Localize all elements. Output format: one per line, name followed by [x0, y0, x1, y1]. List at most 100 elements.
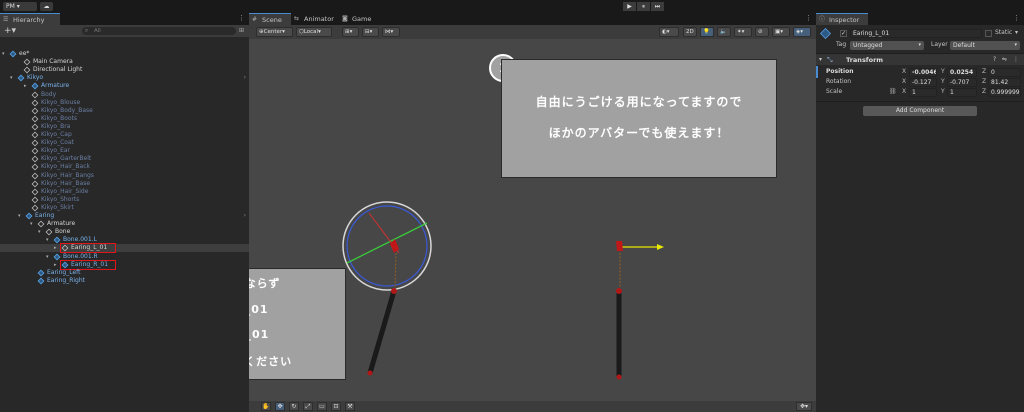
- lighting-icon[interactable]: 💡: [700, 27, 714, 37]
- 2d-toggle[interactable]: 2D: [683, 27, 697, 37]
- tab-game[interactable]: ◙ Game: [339, 13, 379, 25]
- preset-icon[interactable]: ⇋: [1002, 54, 1007, 66]
- foldout-expanded-icon[interactable]: ▾: [38, 228, 41, 236]
- view-options-icon[interactable]: ✥▾: [796, 402, 812, 411]
- filter-icon[interactable]: ⊞: [239, 27, 247, 35]
- hierarchy-row[interactable]: Kikyo_Cap: [0, 131, 249, 139]
- hierarchy-row[interactable]: ▸ Armature: [0, 82, 249, 90]
- hierarchy-row[interactable]: Kikyo_Hair_Back: [0, 163, 249, 171]
- audio-icon[interactable]: 🔈: [717, 27, 731, 37]
- snap-settings-button[interactable]: ⋈▾: [382, 27, 400, 37]
- earing-right-model[interactable]: [616, 241, 664, 380]
- component-menu-icon[interactable]: ⋮: [1013, 54, 1019, 66]
- panel-menu-icon[interactable]: ⋮: [1013, 14, 1020, 22]
- hierarchy-row[interactable]: Kikyo_Blouse: [0, 99, 249, 107]
- static-dropdown-icon[interactable]: ▾: [1015, 27, 1018, 39]
- scene-viewport[interactable]: 1 自由にうごける用になってますので ほかのアバターでも使えます！ うごく時はか…: [249, 39, 816, 401]
- foldout-collapsed-icon[interactable]: ▸: [54, 261, 57, 269]
- hierarchy-row[interactable]: ▾ Earing ›: [0, 212, 249, 220]
- snap-increment-button[interactable]: ⊟▾: [362, 27, 379, 37]
- rotate-tool-icon[interactable]: ↻: [289, 402, 299, 411]
- cloud-icon[interactable]: ☁: [40, 2, 53, 11]
- hierarchy-row[interactable]: ▾ Armature: [0, 220, 249, 228]
- foldout-collapsed-icon[interactable]: ▸: [24, 82, 27, 90]
- step-button[interactable]: ⏭: [651, 2, 664, 11]
- effects-dropdown[interactable]: ✦▾: [734, 27, 752, 37]
- hierarchy-row[interactable]: ▸ Earing_R_01: [0, 261, 249, 269]
- create-button[interactable]: +▾: [4, 25, 16, 37]
- space-local-dropdown[interactable]: ⬡Local▾: [296, 27, 332, 37]
- object-name-field[interactable]: Earing_L_01: [850, 29, 982, 38]
- panel-menu-icon[interactable]: ⋮: [238, 14, 245, 22]
- hierarchy-row[interactable]: ▾ Bone.001.L: [0, 236, 249, 244]
- hierarchy-row[interactable]: ▾ ee*: [0, 50, 249, 58]
- hierarchy-row[interactable]: Earing_Right: [0, 277, 249, 285]
- foldout-expanded-icon[interactable]: ▾: [2, 50, 5, 58]
- foldout-expanded-icon[interactable]: ▾: [46, 236, 49, 244]
- tag-dropdown[interactable]: Untagged: [850, 41, 924, 50]
- play-button[interactable]: ▶: [623, 2, 636, 11]
- foldout-expanded-icon[interactable]: ▾: [10, 74, 13, 82]
- hierarchy-row[interactable]: Kikyo_Coat: [0, 139, 249, 147]
- layer-dropdown[interactable]: Default: [950, 41, 1020, 50]
- scale-z-field[interactable]: 0.9999999: [988, 88, 1021, 97]
- hierarchy-row[interactable]: Kikyo_GarterBelt: [0, 155, 249, 163]
- chevron-right-icon[interactable]: ›: [244, 212, 246, 220]
- move-tool-icon[interactable]: ✥: [275, 402, 285, 411]
- hierarchy-row[interactable]: Kikyo_Boots: [0, 115, 249, 123]
- tab-inspector[interactable]: ⓘ Inspector: [816, 13, 868, 25]
- earing-left-model[interactable]: [367, 239, 400, 376]
- hierarchy-row[interactable]: Body: [0, 91, 249, 99]
- foldout-expanded-icon[interactable]: ▾: [46, 253, 49, 261]
- static-checkbox[interactable]: [985, 30, 992, 37]
- hierarchy-row[interactable]: Kikyo_Hair_Side: [0, 188, 249, 196]
- link-icon[interactable]: ⛓: [889, 86, 897, 98]
- camera-dropdown[interactable]: ▣▾: [772, 27, 790, 37]
- tab-animator[interactable]: ⇆ Animator: [291, 13, 339, 25]
- active-checkbox[interactable]: ✓: [840, 30, 847, 37]
- earing-left-rod: [367, 290, 397, 374]
- hierarchy-row[interactable]: ▾ Kikyo ›: [0, 74, 249, 82]
- hierarchy-row[interactable]: ▸ Earing_L_01: [0, 244, 249, 253]
- draw-mode-dropdown[interactable]: ◐▾: [659, 27, 679, 37]
- hierarchy-row[interactable]: Kikyo_Hair_Bangs: [0, 172, 249, 180]
- chevron-right-icon[interactable]: ›: [244, 74, 246, 82]
- scale-y-field[interactable]: 1: [947, 88, 977, 97]
- hierarchy-row[interactable]: Kikyo_Hair_Base: [0, 180, 249, 188]
- transform-header[interactable]: ▾ ⤡ Transform ? ⇋ ⋮: [816, 53, 1024, 65]
- hidden-objects-icon[interactable]: ⊘: [755, 27, 769, 37]
- pivot-center-dropdown[interactable]: ⊕Center▾: [256, 27, 293, 37]
- hierarchy-row[interactable]: Kikyo_Body_Base: [0, 107, 249, 115]
- foldout-expanded-icon[interactable]: ▾: [30, 220, 33, 228]
- help-icon[interactable]: ?: [993, 54, 996, 66]
- hierarchy-row[interactable]: ▾ Bone.001.R: [0, 253, 249, 261]
- hierarchy-row[interactable]: ▾ Bone: [0, 228, 249, 236]
- hand-tool-icon[interactable]: ✋: [261, 402, 271, 411]
- callout-2-line4: からうごかしてください: [249, 355, 293, 368]
- scale-tool-icon[interactable]: ⤢: [303, 402, 313, 411]
- hierarchy-row[interactable]: Kikyo_Shorts: [0, 196, 249, 204]
- gizmos-dropdown[interactable]: ◈▾: [793, 27, 811, 37]
- pause-button[interactable]: ⏸: [637, 2, 650, 11]
- foldout-expanded-icon[interactable]: ▾: [18, 212, 21, 220]
- hierarchy-row[interactable]: Kikyo_Bra: [0, 123, 249, 131]
- hierarchy-row[interactable]: Kikyo_Skirt: [0, 204, 249, 212]
- hierarchy-row[interactable]: Kikyo_Ear: [0, 147, 249, 155]
- scale-x-field[interactable]: 1: [909, 88, 937, 97]
- foldout-arrow-icon[interactable]: ▾: [819, 54, 822, 66]
- hierarchy-row[interactable]: Earing_Left: [0, 269, 249, 277]
- account-dropdown[interactable]: PM ▾: [3, 2, 37, 11]
- hierarchy-search-input[interactable]: ⌕ All: [82, 27, 236, 35]
- rotation-gizmo[interactable]: [342, 201, 432, 291]
- add-component-button[interactable]: Add Component: [863, 106, 977, 116]
- tab-hierarchy[interactable]: ☰ Hierarchy: [0, 13, 60, 25]
- tab-scene[interactable]: # Scene: [249, 13, 291, 25]
- hierarchy-row[interactable]: Directional Light: [0, 66, 249, 74]
- rect-tool-icon[interactable]: ▭: [317, 402, 327, 411]
- transform-tool-icon[interactable]: ⊡: [331, 402, 341, 411]
- panel-menu-icon[interactable]: ⋮: [805, 14, 812, 22]
- grid-snap-button[interactable]: ⊞▾: [342, 27, 359, 37]
- custom-tool-icon[interactable]: ⚒: [345, 402, 355, 411]
- foldout-collapsed-icon[interactable]: ▸: [54, 244, 57, 252]
- hierarchy-row[interactable]: Main Camera: [0, 58, 249, 66]
